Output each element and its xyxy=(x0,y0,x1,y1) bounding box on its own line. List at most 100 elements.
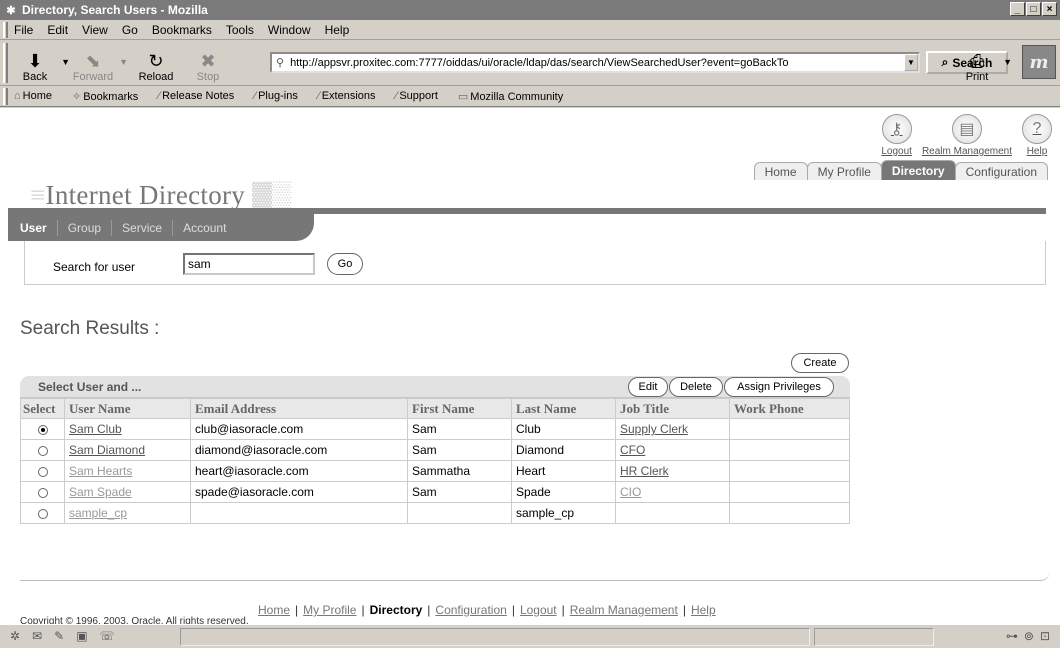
menu-view[interactable]: View xyxy=(82,23,108,37)
edit-button[interactable]: Edit xyxy=(628,377,668,397)
job-title-link[interactable]: CFO xyxy=(620,443,645,457)
work-phone-cell xyxy=(729,418,850,440)
bookmark-home[interactable]: ⌂ Home xyxy=(14,90,62,102)
logout-global-button[interactable]: ⚷ Logout xyxy=(881,114,912,157)
user-name-link[interactable]: Sam Hearts xyxy=(69,464,132,478)
row-select-radio[interactable] xyxy=(37,445,48,456)
bookmark-label: Mozilla Community xyxy=(470,90,564,103)
help-global-button[interactable]: ? Help xyxy=(1022,114,1052,157)
toolbar-grip[interactable] xyxy=(3,43,8,83)
back-button[interactable]: ⬇ Back ▼ xyxy=(12,43,70,83)
reload-button[interactable]: ↻ Reload xyxy=(133,43,179,83)
menu-help[interactable]: Help xyxy=(325,23,350,37)
work-phone-cell xyxy=(729,439,850,461)
footer-link-configuration[interactable]: Configuration xyxy=(435,603,506,617)
row-select-radio[interactable] xyxy=(37,487,48,498)
stop-label: Stop xyxy=(196,71,220,83)
footer-link-realm-management[interactable]: Realm Management xyxy=(570,603,678,617)
online-status-icon[interactable]: ⊶ xyxy=(1006,629,1018,643)
subtab-service[interactable]: Service xyxy=(111,219,172,236)
mail-icon[interactable]: ✉ xyxy=(32,629,42,643)
forward-dropdown-icon[interactable]: ▼ xyxy=(119,57,128,67)
tab-home[interactable]: Home xyxy=(753,162,808,180)
search-for-user-label: Search for user xyxy=(53,260,136,274)
key-icon: ⚷ xyxy=(881,114,912,144)
print-button[interactable]: ⎙ Print ▼ xyxy=(954,43,1012,83)
content-separator xyxy=(20,571,1050,581)
help-label: Help xyxy=(1026,146,1048,157)
footer-link-my-profile[interactable]: My Profile xyxy=(303,603,356,617)
bookmark-plugins[interactable]: ⁄ Plug-ins xyxy=(254,90,308,102)
user-name-cell: sample_cp xyxy=(64,502,191,524)
printer-icon: ⎙ xyxy=(969,51,985,71)
maximize-button[interactable]: □ xyxy=(1026,2,1041,16)
select-user-label: Select User and ... xyxy=(38,379,142,394)
footer-link-help[interactable]: Help xyxy=(691,603,716,617)
menu-bookmarks[interactable]: Bookmarks xyxy=(152,23,212,37)
mozilla-throbber-logo[interactable]: m xyxy=(1022,45,1056,79)
bookmark-release-notes[interactable]: ⁄ Release Notes xyxy=(158,90,244,102)
row-select-radio[interactable] xyxy=(37,466,48,477)
job-title-link[interactable]: Supply Clerk xyxy=(620,422,688,436)
user-name-link[interactable]: Sam Club xyxy=(69,422,122,436)
subtab-group[interactable]: Group xyxy=(56,219,111,236)
email-cell: heart@iasoracle.com xyxy=(190,460,408,482)
assign-privileges-button[interactable]: Assign Privileges xyxy=(724,377,834,397)
toolbar-grip[interactable] xyxy=(3,88,8,105)
results-table-container: Select User and ... Edit Delete Assign P… xyxy=(20,376,850,524)
back-dropdown-icon[interactable]: ▼ xyxy=(61,57,70,67)
job-title-cell: CIO xyxy=(615,481,730,503)
user-name-link[interactable]: Sam Spade xyxy=(69,485,132,499)
create-button[interactable]: Create xyxy=(791,353,849,373)
personal-toolbar: ⌂ Home ✧ Bookmarks ⁄ Release Notes ⁄ Plug-in… xyxy=(0,86,1060,107)
search-icon: ⌕ xyxy=(941,55,949,69)
bookmark-extensions[interactable]: ⁄ Extensions xyxy=(318,90,386,102)
print-dropdown-icon[interactable]: ▼ xyxy=(1003,57,1012,67)
close-button[interactable]: × xyxy=(1042,2,1057,16)
chat-icon[interactable]: ☏ xyxy=(100,629,115,643)
tab-my-profile[interactable]: My Profile xyxy=(806,162,882,180)
bookmarks-icon: ✧ xyxy=(72,90,82,103)
footer-link-logout[interactable]: Logout xyxy=(520,603,557,617)
navigation-toolbar: ⬇ Back ▼ ⬊ Forward ▼ ↻ Reload ✖ Stop ⚲ h… xyxy=(0,41,1060,86)
realm-management-global-button[interactable]: ▤ Realm Management xyxy=(922,114,1012,157)
menu-edit[interactable]: Edit xyxy=(47,23,68,37)
bookmark-support[interactable]: ⁄ Support xyxy=(396,90,448,102)
bookmark-bookmarks[interactable]: ✧ Bookmarks xyxy=(72,90,148,103)
toolbar-grip[interactable] xyxy=(3,22,8,38)
col-select: Select xyxy=(20,398,65,419)
navigator-icon[interactable]: ✲ xyxy=(10,629,20,643)
composer-icon[interactable]: ✎ xyxy=(54,629,64,643)
forward-button[interactable]: ⬊ Forward ▼ xyxy=(70,43,128,83)
footer-link-home[interactable]: Home xyxy=(258,603,290,617)
menu-window[interactable]: Window xyxy=(268,23,311,37)
subtab-account[interactable]: Account xyxy=(172,219,236,236)
menu-file[interactable]: File xyxy=(14,23,33,37)
job-title-link[interactable]: CIO xyxy=(620,485,641,499)
user-name-link[interactable]: sample_cp xyxy=(69,506,127,520)
menu-tools[interactable]: Tools xyxy=(226,23,254,37)
stop-button[interactable]: ✖ Stop xyxy=(185,43,231,83)
footer-separator: | xyxy=(427,603,431,617)
go-button[interactable]: Go xyxy=(327,253,363,275)
row-select-radio[interactable] xyxy=(37,424,48,435)
url-dropdown-icon[interactable]: ▼ xyxy=(904,54,918,71)
subtab-user[interactable]: User xyxy=(18,220,57,236)
window-controls: _ □ × xyxy=(1010,2,1057,16)
bookmark-mozilla-community[interactable]: ▭ Mozilla Community xyxy=(458,90,573,103)
url-bar[interactable]: ⚲ http://appsvr.proxitec.com:7777/oiddas… xyxy=(270,52,920,73)
tab-configuration[interactable]: Configuration xyxy=(954,162,1048,180)
back-label: Back xyxy=(22,71,48,83)
minimize-button[interactable]: _ xyxy=(1010,2,1025,16)
email-cell: spade@iasoracle.com xyxy=(190,481,408,503)
job-title-link[interactable]: HR Clerk xyxy=(620,464,669,478)
menu-go[interactable]: Go xyxy=(122,23,138,37)
tab-directory[interactable]: Directory xyxy=(880,160,956,180)
user-name-link[interactable]: Sam Diamond xyxy=(69,443,145,457)
search-user-input[interactable] xyxy=(183,253,315,275)
delete-button[interactable]: Delete xyxy=(669,377,723,397)
address-book-icon[interactable]: ▣ xyxy=(76,629,87,643)
row-select-radio[interactable] xyxy=(37,508,48,519)
footer-separator: | xyxy=(682,603,686,617)
security-lock-icon: ⊡ xyxy=(1039,629,1050,643)
